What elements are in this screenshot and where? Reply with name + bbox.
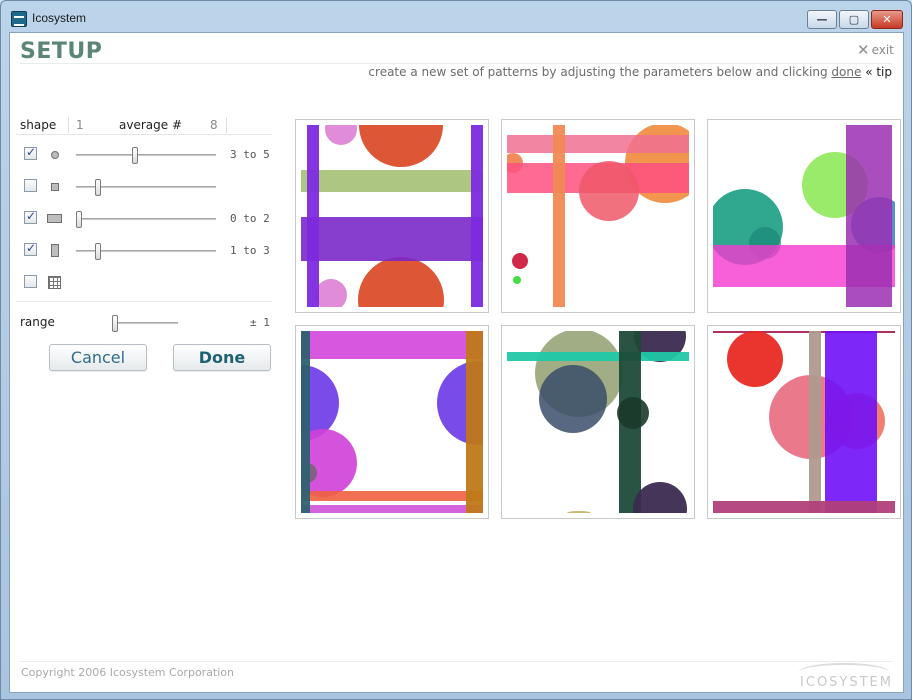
column-separator — [226, 117, 227, 133]
slider-thumb[interactable] — [132, 147, 139, 164]
exit-x-icon: ✕ — [857, 41, 870, 59]
parameters-header: shape 1 average # 8 — [16, 115, 272, 135]
slider-thumb[interactable] — [94, 243, 101, 260]
close-button[interactable]: ✕ — [871, 10, 903, 29]
vertical-bar-icon — [51, 244, 59, 257]
average-slider[interactable] — [76, 211, 216, 228]
shape-checkbox[interactable] — [24, 209, 37, 224]
slider-thumb[interactable] — [94, 179, 101, 196]
title-bar[interactable]: Icosystem — ▢ ✕ — [1, 1, 911, 33]
tip-link[interactable]: « tip — [865, 65, 892, 79]
column-separator — [68, 117, 69, 133]
pattern-2-canvas — [507, 125, 689, 307]
close-icon: ✕ — [882, 13, 892, 26]
shape-checkbox[interactable] — [24, 241, 37, 256]
minimize-icon: — — [816, 13, 828, 26]
average-slider[interactable] — [76, 147, 216, 164]
window-title: Icosystem — [32, 11, 87, 25]
range-value: ± 1 — [250, 316, 270, 329]
app-window: Icosystem — ▢ ✕ SETUP ✕ exit create a ne… — [0, 0, 912, 700]
minimize-button[interactable]: — — [807, 10, 837, 29]
slider-thumb[interactable] — [76, 211, 82, 228]
range-slider[interactable] — [112, 315, 178, 332]
icosystem-logo: ICOSYSTEM — [800, 675, 893, 690]
pattern-6-canvas — [713, 331, 895, 513]
done-button[interactable]: Done — [173, 344, 271, 371]
shape-row: 0 to 2 — [16, 207, 272, 231]
done-link[interactable]: done — [831, 65, 861, 79]
pattern-tile[interactable] — [501, 119, 695, 313]
horizontal-bar-icon — [47, 214, 62, 223]
grid-icon — [48, 276, 61, 289]
circle-icon — [51, 151, 59, 159]
copyright-text: Copyright 2006 Icosystem Corporation — [21, 666, 235, 679]
range-slider-thumb[interactable] — [112, 315, 118, 332]
shape-checkbox[interactable] — [24, 179, 37, 192]
pattern-tile[interactable] — [501, 325, 695, 519]
shape-row: 3 to 5 — [16, 143, 272, 167]
average-column-label: average # — [119, 118, 182, 132]
shape-row — [16, 271, 272, 295]
instruction-text: create a new set of patterns by adjustin… — [368, 65, 892, 79]
pattern-tile[interactable] — [707, 325, 901, 519]
pattern-4-canvas — [301, 331, 483, 513]
cancel-button[interactable]: Cancel — [49, 344, 147, 371]
shape-checkbox[interactable] — [24, 275, 37, 288]
shape-range-text: 1 to 3 — [230, 244, 270, 257]
exit-label: exit — [871, 43, 894, 57]
average-slider[interactable] — [76, 179, 216, 196]
page-title: SETUP — [20, 39, 103, 64]
instruction-prefix: create a new set of patterns by adjustin… — [368, 65, 828, 79]
range-divider — [16, 301, 272, 302]
maximize-button[interactable]: ▢ — [839, 10, 869, 29]
maximize-icon: ▢ — [848, 13, 860, 26]
exit-button[interactable]: ✕ exit — [857, 41, 894, 59]
header-divider — [20, 63, 892, 64]
footer-divider — [20, 661, 892, 662]
slider-max-label: 8 — [210, 118, 218, 132]
average-slider[interactable] — [76, 243, 216, 260]
pattern-1-canvas — [301, 125, 483, 307]
pattern-tile[interactable] — [707, 119, 901, 313]
shape-row — [16, 175, 272, 199]
pattern-tile[interactable] — [295, 119, 489, 313]
shape-checkbox[interactable] — [24, 145, 37, 160]
range-label: range — [20, 315, 55, 329]
pattern-tile[interactable] — [295, 325, 489, 519]
shape-row: 1 to 3 — [16, 239, 272, 263]
shape-column-label: shape — [20, 118, 57, 132]
shape-range-text: 3 to 5 — [230, 148, 270, 161]
pattern-5-canvas — [507, 331, 689, 513]
square-icon — [51, 183, 59, 191]
pattern-3-canvas — [713, 125, 895, 307]
app-logo-icon — [11, 11, 27, 27]
shape-range-text: 0 to 2 — [230, 212, 270, 225]
client-area: SETUP ✕ exit create a new set of pattern… — [9, 32, 904, 693]
slider-min-label: 1 — [76, 118, 84, 132]
